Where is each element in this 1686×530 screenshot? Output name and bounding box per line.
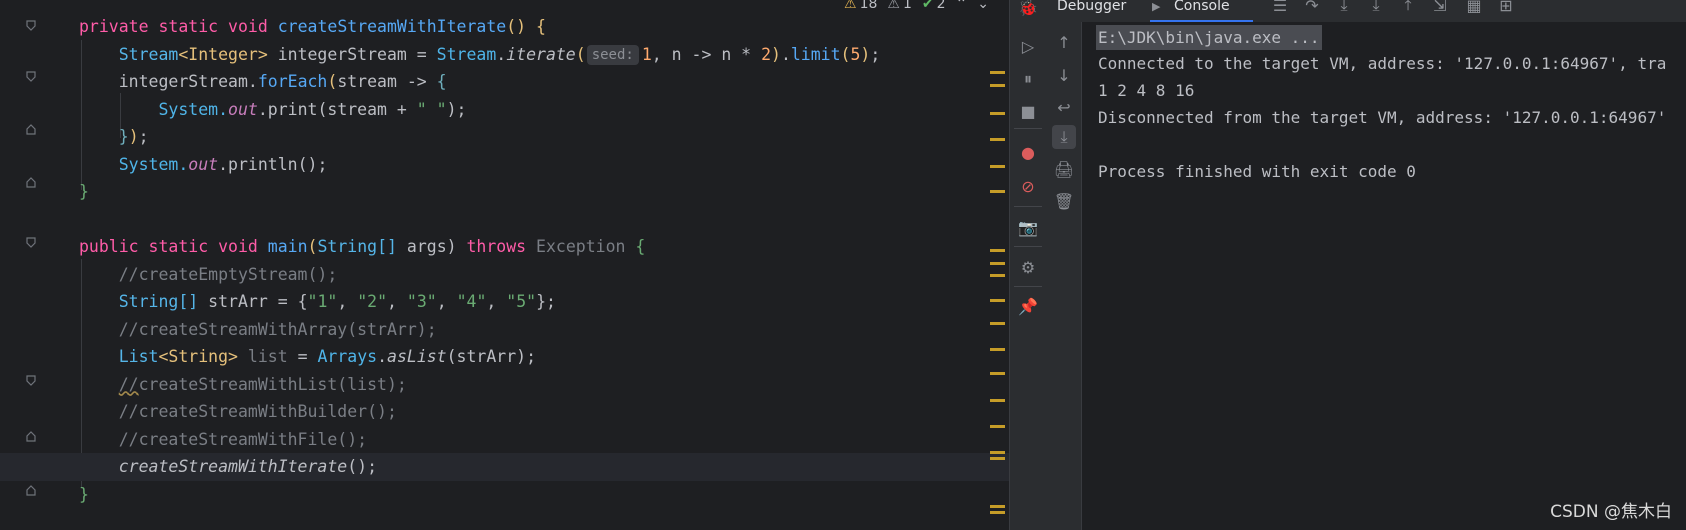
console-side-toolbar: ↑ ↓ ↩ ⤓ 🖨 🗑 (1046, 22, 1082, 530)
tab-console-label: Console (1174, 0, 1230, 14)
warning-stripe-mark[interactable] (990, 112, 1005, 115)
code-line: private static void createStreamWithIter… (79, 17, 546, 36)
warning-stripe-mark[interactable] (990, 457, 1005, 460)
step-into-icon[interactable]: ⤓ (1332, 0, 1356, 17)
weak-warning-icon: ⚠ (887, 0, 900, 12)
evaluate-table-icon[interactable]: ▦ (1462, 0, 1486, 17)
warning-stripe-mark[interactable] (990, 274, 1005, 277)
down-arrow-icon[interactable]: ↓ (1052, 63, 1076, 87)
debug-side-toolbar: 🐞 ▷ ⏸ ■ ● ⊘ 📷 ⚙ 📌 (1010, 0, 1046, 530)
tab-console[interactable]: ▶ Console (1150, 0, 1253, 22)
step-out-icon[interactable]: ⤒ (1396, 0, 1420, 17)
warning-stripe-mark[interactable] (990, 190, 1005, 193)
warning-stripe-mark[interactable] (990, 348, 1005, 351)
warning-stripe-mark[interactable] (990, 425, 1005, 428)
code-line: //createStreamWithBuilder(); (118, 402, 397, 421)
parameter-hint: seed: (586, 44, 639, 65)
toolbar-separator (1014, 246, 1042, 247)
soft-wrap-icon[interactable]: ↩ (1052, 95, 1076, 119)
clear-trash-icon[interactable]: 🗑 (1052, 189, 1076, 213)
toolbar-separator (1014, 128, 1042, 129)
console-line: Process finished with exit code 0 (1098, 162, 1416, 181)
resume-icon[interactable]: ▷ (1016, 34, 1040, 58)
force-step-into-icon[interactable]: ⤓ (1364, 0, 1388, 17)
warning-count[interactable]: ⚠ 18 (844, 0, 877, 12)
warning-stripe-mark[interactable] (990, 299, 1005, 302)
camera-icon[interactable]: 📷 (1016, 215, 1040, 239)
view-breakpoints-icon[interactable]: ● (1016, 140, 1040, 164)
next-highlight-button[interactable]: ⌄ (977, 0, 989, 12)
typo-count[interactable]: ✔ 2 (922, 0, 946, 12)
step-over-icon[interactable]: ↷ (1300, 0, 1324, 17)
code-line: //createStreamWithFile(); (118, 429, 368, 449)
weak-warning-count[interactable]: ⚠ 1 (887, 0, 911, 12)
code-line: //createEmptyStream(); (118, 264, 338, 284)
console-line: Connected to the target VM, address: '12… (1098, 54, 1667, 73)
code-line-current: createStreamWithIterate(); (0, 453, 1009, 481)
code-line: }); (118, 127, 149, 146)
warning-stripe-mark[interactable] (990, 71, 1005, 74)
up-arrow-icon[interactable]: ↑ (1052, 30, 1076, 54)
code-line: } (79, 182, 89, 201)
print-icon[interactable]: 🖨 (1052, 157, 1076, 181)
code-line: integerStream.forEach(stream -> { (118, 72, 447, 91)
code-line: String[] strArr = {"1", "2", "3", "4", "… (118, 292, 556, 311)
console-line: 1 2 4 8 16 (1098, 81, 1195, 100)
check-icon: ✔ (921, 0, 934, 12)
warning-stripe-mark[interactable] (990, 249, 1005, 252)
code-line: } (79, 484, 89, 504)
debug-tab-bar: Debugger ▶ Console ☰ ↷ ⤓ ⤓ ⤒ ⇲ ▦ ⊞ (1046, 0, 1686, 22)
previous-highlight-button[interactable]: ⌃ (956, 0, 968, 12)
toolbar-separator (1014, 206, 1042, 207)
code-line: List<String> list = Arrays.asList(strArr… (118, 347, 537, 366)
mute-breakpoints-icon[interactable]: ⊘ (1016, 174, 1040, 198)
code-line: Stream<Integer> integerStream = Stream.i… (118, 44, 881, 65)
code-line: System.out.println(); (118, 154, 328, 174)
warning-stripe-mark[interactable] (990, 451, 1005, 454)
console-output[interactable]: E:\JDK\bin\java.exe ... Connected to the… (1083, 22, 1686, 530)
warning-stripe-mark[interactable] (990, 84, 1005, 87)
pin-icon[interactable]: 📌 (1016, 294, 1040, 318)
toolbar-separator (1014, 286, 1042, 287)
warning-stripe-mark[interactable] (990, 372, 1005, 375)
trace-icon[interactable]: ⊞ (1494, 0, 1518, 17)
watermark: CSDN @焦木白 (1550, 502, 1672, 522)
warning-icon: ⚠ (844, 0, 857, 12)
code-line: //createStreamWithList(list); (118, 374, 407, 394)
warning-stripe-mark[interactable] (990, 322, 1005, 325)
pause-icon[interactable]: ⏸ (1016, 67, 1040, 91)
run-to-cursor-icon[interactable]: ⇲ (1428, 0, 1452, 17)
stop-icon[interactable]: ■ (1016, 99, 1040, 123)
code-line: System.out.print(stream + " "); (158, 99, 467, 119)
menu-lines-icon[interactable]: ☰ (1268, 0, 1292, 17)
console-icon: ▶ (1152, 0, 1161, 13)
warning-stripe-mark[interactable] (990, 262, 1005, 265)
inspection-widget[interactable]: ⚠ 18 ⚠ 1 ✔ 2 ⌃ ⌄ (844, 0, 989, 12)
tab-debugger[interactable]: Debugger (1057, 0, 1126, 22)
warning-stripe-mark[interactable] (990, 505, 1005, 508)
code-line: public static void main(String[] args) t… (79, 237, 646, 256)
scroll-to-end-icon[interactable]: ⤓ (1052, 125, 1076, 149)
warning-stripe-mark[interactable] (990, 165, 1005, 168)
warning-stripe-mark[interactable] (990, 511, 1005, 514)
console-line: Disconnected from the target VM, address… (1098, 108, 1667, 127)
console-command-line[interactable]: E:\JDK\bin\java.exe ... (1096, 25, 1322, 50)
warning-stripe-mark[interactable] (990, 399, 1005, 402)
code-line: //createStreamWithArray(strArr); (118, 319, 437, 339)
settings-gear-icon[interactable]: ⚙ (1016, 255, 1040, 279)
code-editor[interactable]: ⚠ 18 ⚠ 1 ✔ 2 ⌃ ⌄ private static void create… (0, 0, 1009, 530)
debug-bug-icon[interactable]: 🐞 (1016, 0, 1040, 19)
warning-stripe-mark[interactable] (990, 138, 1005, 141)
